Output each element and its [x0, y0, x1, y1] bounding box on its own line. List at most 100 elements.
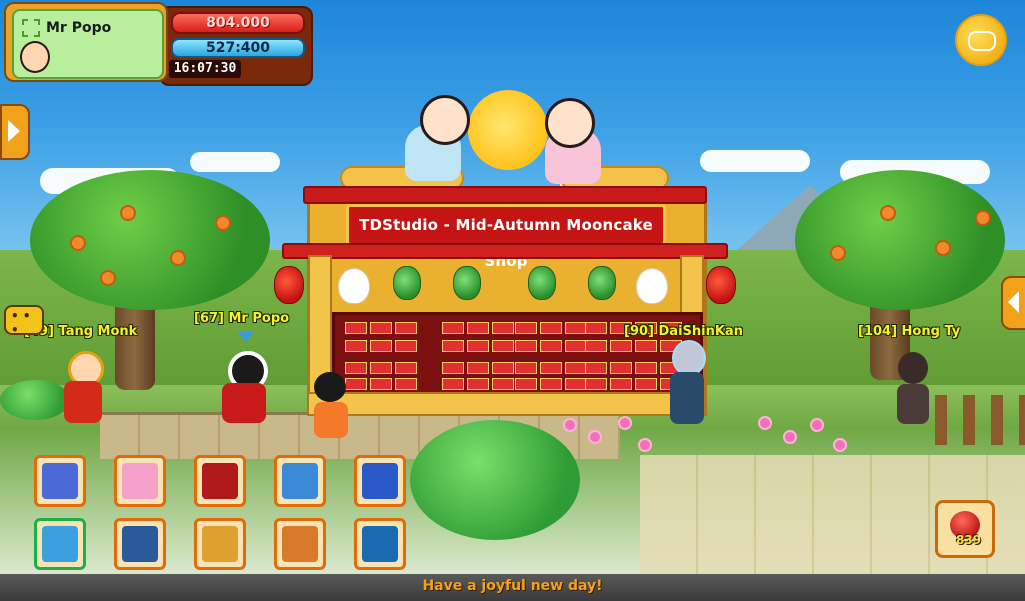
mooncake-box [635, 340, 657, 352]
hp-value: 804.000 [206, 15, 270, 31]
mooncake-box [515, 362, 537, 374]
skill-button[interactable] [194, 518, 246, 570]
mooncake-box [540, 362, 562, 374]
fairy-head [420, 95, 470, 145]
character-head [898, 352, 928, 384]
character-body [222, 383, 266, 423]
mooncake-box [467, 378, 489, 390]
announcement-text: Have a joyful new day! [422, 578, 603, 594]
character-name-label: [104] Hong Ty [858, 324, 961, 339]
character-body [314, 402, 348, 438]
green-lantern-icon [393, 266, 421, 300]
speech-bubble-icon[interactable] [4, 305, 44, 337]
character-head [672, 340, 706, 376]
player-status-panel: 804.000 527:400 16:07:30 Mr Popo [4, 2, 313, 86]
mooncake-box [442, 340, 464, 352]
punch-skill-icon [42, 526, 78, 562]
character-goku[interactable] [308, 370, 354, 440]
fairy-head [545, 98, 595, 148]
mp-bar: 527:400 [171, 38, 305, 58]
fruit [215, 215, 231, 231]
avatar-panel[interactable]: Mr Popo [4, 2, 168, 82]
mooncake-box [585, 362, 607, 374]
flower [565, 420, 575, 430]
green-ring-skill-icon [202, 463, 238, 499]
energy-wave-skill-icon [362, 526, 398, 562]
character-name-label: [90] DaiShinKan [624, 324, 743, 339]
fruit [975, 210, 991, 226]
mooncake-box [635, 378, 657, 390]
mooncake-box [515, 322, 537, 334]
skill-button[interactable] [274, 518, 326, 570]
flower [640, 440, 650, 450]
red-lantern-icon [274, 266, 304, 304]
fruit [100, 270, 116, 286]
mooncake-box [635, 362, 657, 374]
mooncake-box [492, 322, 514, 334]
expand-right-arrow-icon[interactable] [1001, 276, 1025, 330]
skill-button[interactable] [114, 518, 166, 570]
flower [760, 418, 770, 428]
rabbit-icon [636, 268, 668, 304]
mooncake-box [395, 362, 417, 374]
mooncake-box [565, 322, 587, 334]
skill-button[interactable] [194, 455, 246, 507]
bush [410, 420, 580, 540]
skill-button[interactable] [354, 455, 406, 507]
rabbit-icon [338, 268, 370, 304]
mooncake-box [370, 378, 392, 390]
mooncake-box [395, 378, 417, 390]
skill-button[interactable] [354, 518, 406, 570]
shop-eave [282, 243, 728, 259]
skill-button[interactable] [274, 455, 326, 507]
selected-target-marker-icon [238, 332, 254, 342]
skill-button[interactable] [34, 455, 86, 507]
expand-left-arrow-icon[interactable] [0, 104, 30, 160]
mooncake-box [540, 340, 562, 352]
skill-button[interactable] [114, 455, 166, 507]
shop-roof [303, 186, 707, 204]
mooncake-box [345, 322, 367, 334]
wooden-fence [935, 395, 1025, 445]
character-mr-popo[interactable] [218, 345, 270, 425]
mooncake-box [395, 322, 417, 334]
tree-crown [30, 170, 270, 310]
mooncake-box [467, 322, 489, 334]
mooncake-box [610, 340, 632, 352]
mooncake-box [540, 378, 562, 390]
mooncake-box [467, 340, 489, 352]
roar-skill-icon [282, 526, 318, 562]
mooncake-box [565, 340, 587, 352]
fruit [170, 250, 186, 266]
flower [620, 418, 630, 428]
chat-button[interactable] [955, 14, 1007, 66]
character-body [670, 372, 704, 424]
green-lantern-icon [453, 266, 481, 300]
character-tang-monk[interactable] [60, 345, 106, 425]
character-name-label: [67] Mr Popo [194, 311, 290, 326]
status-bars-panel: 804.000 527:400 16:07:30 [159, 6, 313, 86]
character-body [64, 381, 102, 423]
character-daishinkan[interactable] [664, 338, 710, 426]
mooncake-box [585, 322, 607, 334]
character-hong-ty[interactable] [893, 350, 933, 426]
mooncake-box [492, 362, 514, 374]
signal-icon [22, 19, 40, 37]
warrior-skill-icon [202, 526, 238, 562]
cloud [700, 150, 810, 172]
mooncake-box [395, 340, 417, 352]
mooncake-box [370, 340, 392, 352]
player-name: Mr Popo [46, 20, 112, 36]
mooncake-box [610, 378, 632, 390]
mooncake-box [565, 362, 587, 374]
saiyan-blue-skill-icon [282, 463, 318, 499]
apple-item-button[interactable]: 839 [935, 500, 995, 558]
green-lantern-icon [528, 266, 556, 300]
item-count: 839 [956, 533, 982, 547]
flower [835, 440, 845, 450]
mooncake-box [585, 340, 607, 352]
yellow-orbs-skill-icon [362, 463, 398, 499]
shadow-dash-skill-icon [122, 526, 158, 562]
skill-button[interactable] [34, 518, 86, 570]
fruit [120, 205, 136, 221]
